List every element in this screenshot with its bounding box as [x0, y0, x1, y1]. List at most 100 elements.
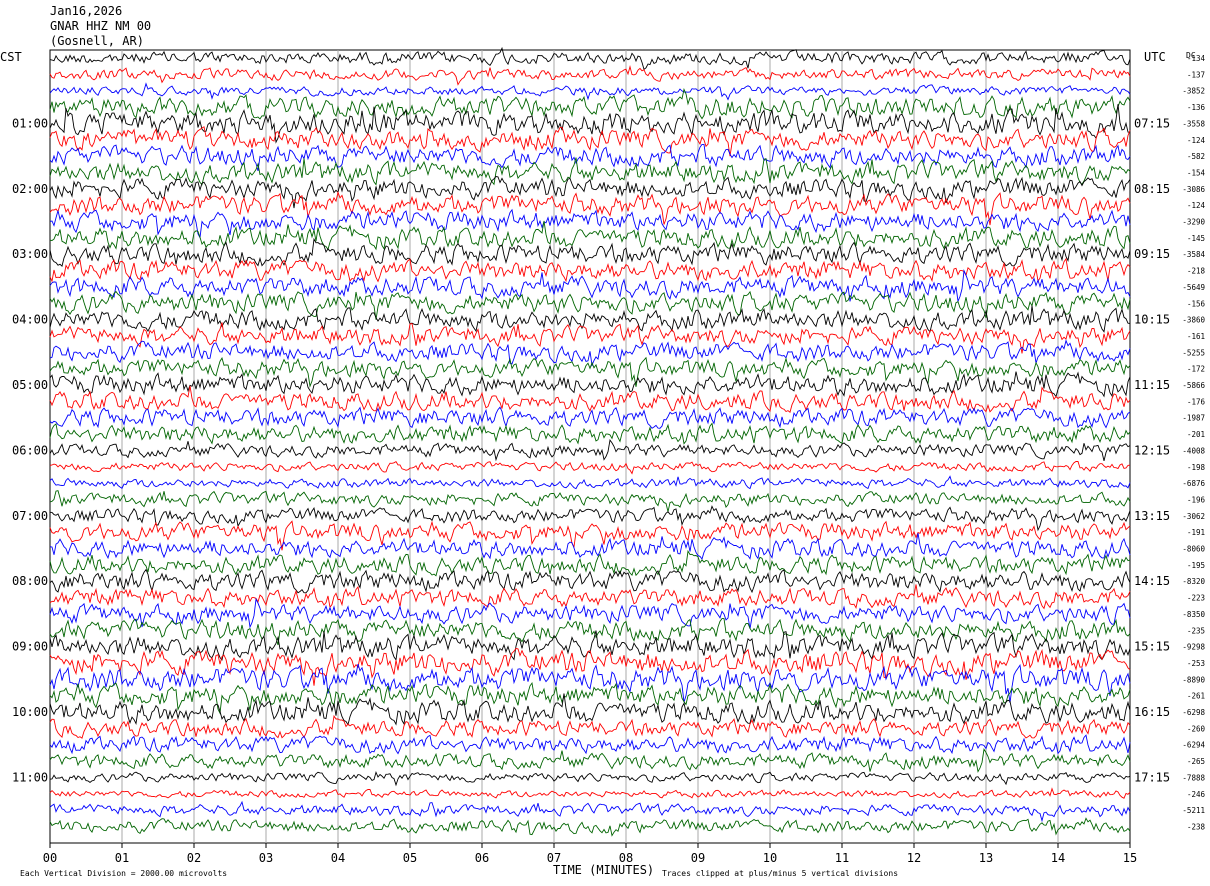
seismic-trace: [49, 770, 1131, 787]
dc-offset-label: -176: [1187, 397, 1206, 406]
x-axis-label: TIME (MINUTES): [553, 863, 654, 877]
dc-offset-label: -136: [1187, 103, 1206, 112]
seismic-trace: [49, 817, 1131, 837]
dc-offset-label: -3584: [1182, 250, 1205, 259]
seismic-trace: [49, 618, 1131, 646]
utc-hour-label: 17:15: [1134, 770, 1170, 784]
dc-offset-label: -5211: [1182, 806, 1205, 815]
utc-hour-label: 16:15: [1134, 705, 1170, 719]
x-tick-label: 05: [403, 851, 417, 865]
dc-offset-label: -582: [1187, 152, 1205, 161]
x-tick-label: 11: [835, 851, 849, 865]
seismic-trace: [49, 46, 1131, 71]
utc-hour-label: 09:15: [1134, 247, 1170, 261]
cst-hour-label: 10:00: [12, 705, 48, 719]
left-axis-label: CST: [0, 50, 22, 64]
dc-offset-label: -134: [1187, 54, 1206, 63]
seismic-trace: [49, 475, 1131, 490]
plot-location: (Gosnell, AR): [50, 34, 144, 48]
dc-offset-label: -253: [1187, 659, 1205, 668]
seismic-trace: [49, 714, 1131, 739]
dc-offset-label: -5255: [1182, 348, 1205, 357]
dc-offset-label: -8350: [1182, 610, 1205, 619]
dc-offset-label: -4008: [1182, 446, 1205, 455]
dc-offset-label: -8890: [1182, 675, 1205, 684]
utc-hour-label: 13:15: [1134, 509, 1170, 523]
seismic-trace: [49, 584, 1131, 610]
seismic-trace: [49, 787, 1131, 799]
dc-offset-label: -3558: [1182, 119, 1205, 128]
cst-hour-label: 02:00: [12, 182, 48, 196]
utc-hour-label: 15:15: [1134, 640, 1170, 654]
dc-offset-label: -124: [1187, 136, 1206, 145]
dc-offset-label: -5866: [1182, 381, 1205, 390]
seismic-trace: [49, 269, 1131, 304]
helicorder-plot: Jan16,2026 GNAR HHZ NM 00 (Gosnell, AR) …: [0, 4, 1205, 878]
utc-hour-label: 11:15: [1134, 378, 1170, 392]
dc-offset-label: -6294: [1182, 741, 1205, 750]
dc-offset-label: -124: [1187, 201, 1206, 210]
seismic-trace: [49, 490, 1131, 512]
seismic-trace: [49, 104, 1131, 144]
cst-hour-label: 06:00: [12, 443, 48, 457]
seismic-trace: [49, 460, 1131, 475]
x-tick-label: 12: [907, 851, 921, 865]
plot-date: Jan16,2026: [50, 4, 122, 18]
utc-hour-label: 12:15: [1134, 443, 1170, 457]
dc-offset-label: -238: [1187, 822, 1206, 831]
dc-offset-label: -3086: [1182, 185, 1205, 194]
x-tick-label: 13: [979, 851, 993, 865]
utc-hour-label: 10:15: [1134, 313, 1170, 327]
dc-offset-label: -218: [1187, 267, 1206, 276]
x-tick-label: 15: [1123, 851, 1137, 865]
x-tick-label: 02: [187, 851, 201, 865]
dc-offset-label: -198: [1187, 463, 1206, 472]
right-axis-label: UTC: [1144, 50, 1166, 64]
dc-offset-label: -154: [1187, 168, 1206, 177]
x-tick-label: 00: [43, 851, 57, 865]
x-tick-label: 14: [1051, 851, 1065, 865]
scale-note: Each Vertical Division = 2000.00 microvo…: [20, 869, 227, 878]
seismic-trace: [49, 568, 1131, 594]
seismic-trace: [49, 82, 1131, 101]
dc-offset-label: -156: [1187, 299, 1206, 308]
x-axis-ticks: 00 01 02 03 04 05 06 07 08 09 10 11 12 13 14 15: [43, 843, 1137, 865]
dc-offset-label: -261: [1187, 692, 1205, 701]
dc-offset-label: -201: [1187, 430, 1205, 439]
seismic-trace: [49, 422, 1131, 445]
cst-hour-label: 01:00: [12, 116, 48, 130]
seismic-trace: [49, 176, 1131, 209]
dc-offset-labels: -134 -137 -3852 -136 -3558 -124 -582 -154 -3086 -…: [1182, 54, 1205, 831]
plot-frame: [49, 49, 1131, 844]
x-tick-label: 03: [259, 851, 273, 865]
dc-offset-label: -1987: [1182, 414, 1205, 423]
utc-hour-label: 14:15: [1134, 574, 1170, 588]
dc-offset-label: -3860: [1182, 316, 1205, 325]
x-tick-label: 04: [331, 851, 345, 865]
cst-hour-label: 07:00: [12, 509, 48, 523]
cst-hour-labels: 01:00 02:00 03:00 04:00 05:00 06:00 07:00 08:00…: [12, 116, 48, 784]
cst-hour-label: 08:00: [12, 574, 48, 588]
dc-offset-label: -8320: [1182, 577, 1205, 586]
clip-note: Traces clipped at plus/minus 5 vertical …: [662, 869, 898, 878]
seismic-trace: [49, 305, 1131, 333]
utc-hour-label: 08:15: [1134, 182, 1170, 196]
seismic-trace: [49, 237, 1131, 267]
seismic-trace: [49, 208, 1131, 240]
seismic-trace: [49, 748, 1131, 773]
seismic-trace: [49, 520, 1131, 551]
dc-offset-label: -196: [1187, 495, 1206, 504]
dc-offset-label: -195: [1187, 561, 1205, 570]
seismic-trace: [49, 533, 1131, 560]
x-tick-label: 06: [475, 851, 489, 865]
plot-station: GNAR HHZ NM 00: [50, 19, 151, 33]
dc-offset-label: -260: [1187, 724, 1206, 733]
dc-offset-label: -235: [1187, 626, 1205, 635]
seismic-trace: [49, 64, 1131, 86]
dc-offset-label: -5649: [1182, 283, 1205, 292]
dc-offset-label: -191: [1187, 528, 1205, 537]
x-tick-label: 01: [115, 851, 129, 865]
seismic-traces: [49, 46, 1131, 837]
seismic-trace: [49, 339, 1131, 367]
dc-offset-label: -145: [1187, 234, 1205, 243]
